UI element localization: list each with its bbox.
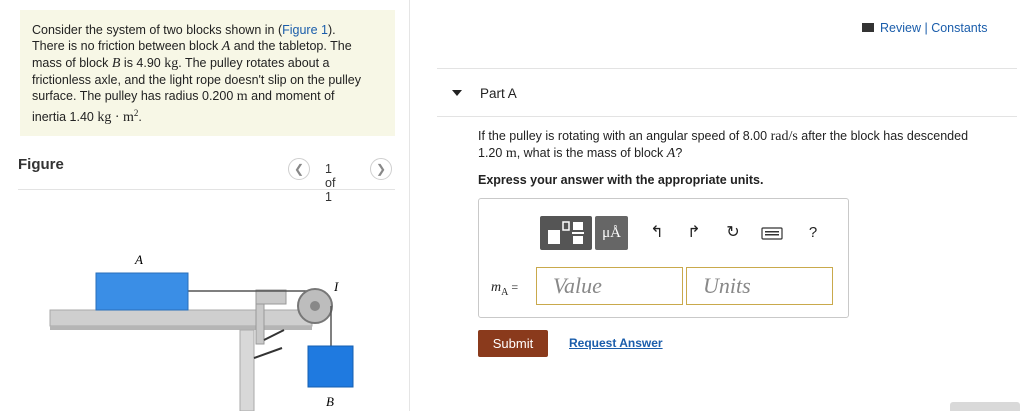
clamp-arm — [255, 303, 265, 345]
column-divider — [409, 0, 410, 411]
units-input[interactable]: Units — [686, 267, 833, 305]
problem-line-5: surface. The pulley has radius 0.200 m a… — [32, 89, 335, 104]
submit-button[interactable]: Submit — [478, 330, 548, 357]
pulley-axle — [310, 301, 320, 311]
book-icon — [862, 23, 874, 32]
constants-link[interactable]: Constants — [931, 21, 987, 35]
pulley-clamp — [255, 289, 287, 305]
undo-icon[interactable]: ↰ — [647, 223, 667, 243]
collapse-caret-icon[interactable] — [452, 90, 462, 96]
part-title[interactable]: Part A — [480, 86, 517, 101]
keyboard-icon[interactable] — [760, 223, 784, 243]
header-links: Review | Constants — [862, 21, 987, 35]
problem-statement: Consider the system of two blocks shown … — [20, 10, 395, 136]
clamp-screw — [263, 329, 285, 341]
part-divider — [437, 116, 1017, 117]
templates-button[interactable] — [540, 216, 592, 250]
chevron-left-icon[interactable]: ❮ — [288, 158, 310, 180]
next-button-partial[interactable] — [950, 402, 1020, 411]
tabletop-edge — [50, 326, 312, 330]
help-button[interactable]: ? — [803, 223, 823, 243]
label-i: I — [333, 279, 339, 294]
chevron-right-icon[interactable]: ❯ — [370, 158, 392, 180]
problem-line-1: Consider the system of two blocks shown … — [32, 23, 336, 37]
problem-line-3: mass of block B is 4.90 kg. The pulley r… — [32, 56, 330, 71]
instruction-text: Express your answer with the appropriate… — [478, 173, 764, 187]
question-text: If the pulley is rotating with an angula… — [478, 129, 969, 161]
value-input[interactable]: Value — [536, 267, 683, 305]
clamp-handle — [253, 347, 283, 359]
redo-icon[interactable]: ↱ — [684, 223, 704, 243]
units-button[interactable]: μÅ — [595, 216, 628, 250]
answer-panel: μÅ ↰ ↱ ↻ ? mA = Value Units — [478, 198, 849, 318]
label-a: A — [134, 252, 143, 267]
problem-line-6: inertia 1.40 kg · m2. — [32, 108, 142, 126]
table-leg — [239, 329, 255, 411]
answer-variable-label: mA = — [491, 280, 519, 298]
figure-title: Figure — [18, 156, 64, 173]
block-a — [95, 272, 189, 311]
tabletop — [49, 309, 313, 327]
problem-line-4: frictionless axle, and the light rope do… — [32, 73, 361, 87]
reset-icon[interactable]: ↻ — [723, 223, 743, 243]
block-b — [307, 345, 354, 388]
figure-diagram: A I B — [49, 252, 354, 411]
templates-icon — [548, 221, 584, 244]
problem-line-2: There is no friction between block A and… — [32, 39, 352, 54]
top-divider — [437, 68, 1017, 69]
request-answer-link[interactable]: Request Answer — [569, 336, 663, 350]
figure-link[interactable]: Figure 1 — [282, 23, 328, 37]
label-b: B — [326, 394, 334, 409]
review-link[interactable]: Review — [880, 21, 921, 35]
